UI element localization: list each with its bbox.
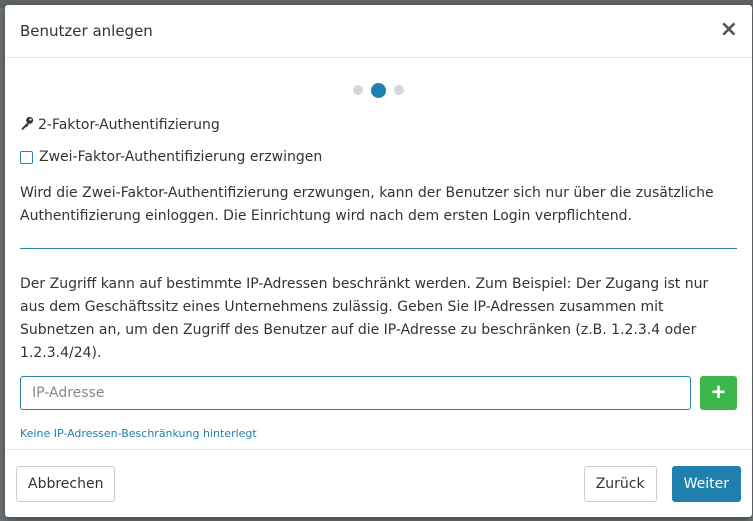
step-dot-2-active bbox=[371, 82, 386, 98]
step-dot-3 bbox=[394, 85, 404, 95]
add-ip-button[interactable]: + bbox=[700, 376, 737, 410]
modal-body: 2-Faktor-Authentifizierung Zwei-Faktor-A… bbox=[5, 116, 752, 440]
ip-description: Der Zugriff kann auf bestimmte IP-Adress… bbox=[20, 276, 709, 361]
enforce-twofa-checkbox-row[interactable]: Zwei-Faktor-Authentifizierung erzwingen bbox=[20, 149, 737, 165]
ip-address-input[interactable] bbox=[20, 376, 692, 410]
step-indicator bbox=[5, 81, 752, 99]
twofa-section-title: 2-Faktor-Authentifizierung bbox=[20, 116, 737, 134]
modal-footer: Abbrechen Zurück Weiter bbox=[5, 449, 752, 517]
modal-header: Benutzer anlegen × bbox=[5, 5, 752, 58]
section-divider bbox=[20, 248, 737, 249]
twofa-description: Wird die Zwei-Faktor-Authentifizierung e… bbox=[20, 185, 714, 224]
step-dot-1 bbox=[353, 85, 363, 95]
ip-restriction-status: Keine IP-Adressen-Beschränkung hinterleg… bbox=[20, 427, 257, 440]
enforce-twofa-checkbox[interactable] bbox=[20, 150, 33, 164]
close-button[interactable]: × bbox=[720, 19, 738, 41]
footer-nav-buttons: Zurück Weiter bbox=[583, 465, 741, 502]
enforce-twofa-label: Zwei-Faktor-Authentifizierung erzwingen bbox=[39, 149, 323, 165]
ip-input-row: + bbox=[20, 376, 737, 410]
twofa-section-label: 2-Faktor-Authentifizierung bbox=[38, 117, 220, 133]
modal-title: Benutzer anlegen bbox=[20, 22, 153, 40]
create-user-modal: Benutzer anlegen × 2-Faktor-Authentifizi… bbox=[5, 5, 752, 517]
next-button[interactable]: Weiter bbox=[671, 465, 741, 502]
cancel-button[interactable]: Abbrechen bbox=[16, 465, 116, 502]
back-button[interactable]: Zurück bbox=[583, 465, 657, 502]
key-icon bbox=[20, 116, 34, 134]
